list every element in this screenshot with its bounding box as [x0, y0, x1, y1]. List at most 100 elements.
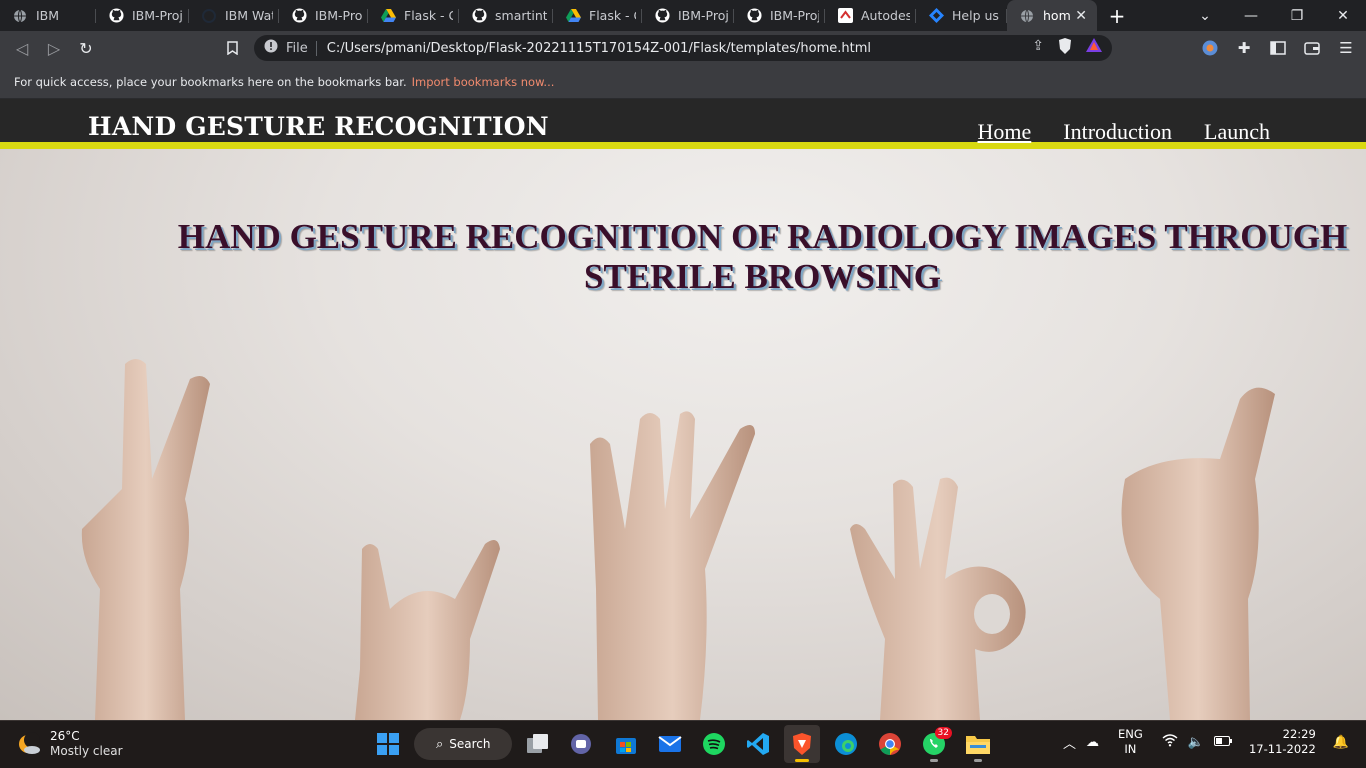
clock[interactable]: 22:29 17-11-2022 [1249, 727, 1316, 757]
browser-tab[interactable]: IBM Watso [189, 0, 279, 31]
weather-widget[interactable]: 26°C Mostly clear [16, 729, 123, 759]
tab-title: Flask - Go [589, 8, 636, 23]
brave-shields-icon[interactable] [1058, 38, 1072, 58]
menu-icon[interactable]: ☰ [1334, 34, 1358, 62]
wifi-icon[interactable] [1162, 733, 1178, 751]
language-code: ENG [1118, 727, 1143, 741]
browser-tab[interactable]: IBM-Proje [279, 0, 368, 31]
back-icon[interactable]: ◁ [6, 34, 38, 62]
hand-victory-sign [590, 411, 755, 720]
new-tab-button[interactable]: + [1097, 4, 1137, 28]
cloud-offline-icon[interactable]: ☁ [1086, 735, 1099, 750]
nav-home-link[interactable]: Home [978, 119, 1032, 145]
vscode-icon[interactable] [740, 725, 776, 763]
active-indicator [795, 759, 809, 762]
browser-tab[interactable]: Autodesk [825, 0, 916, 31]
browser-tab[interactable]: smartinter [459, 0, 553, 31]
language-indicator[interactable]: ENG IN [1118, 727, 1143, 757]
notifications-icon[interactable]: 🔔 [1333, 735, 1349, 750]
clock-date: 17-11-2022 [1248, 742, 1316, 756]
tab-title: Autodesk [861, 8, 910, 23]
bookmarks-message: For quick access, place your bookmarks h… [14, 74, 407, 89]
search-label: Search [449, 737, 491, 751]
browser-tab[interactable]: Help us se [916, 0, 1007, 31]
clock-time: 22:29 [1282, 727, 1316, 741]
jira-icon [928, 8, 944, 24]
microsoft-store-icon[interactable] [608, 725, 644, 763]
tab-title: IBM [36, 8, 60, 23]
windows-start-icon[interactable] [370, 725, 406, 763]
tab-title: IBM-Proje [770, 8, 819, 23]
extensions-icon[interactable]: ✚ [1232, 34, 1256, 62]
task-view-icon[interactable] [520, 725, 556, 763]
edge-icon[interactable] [828, 725, 864, 763]
windows-taskbar: 26°C Mostly clear ⌕ Search 32 ︿ ☁ ENG IN… [0, 720, 1366, 768]
tab-title: smartinter [495, 8, 547, 23]
import-bookmarks-link[interactable]: Import bookmarks now... [412, 75, 555, 89]
browser-tab[interactable]: IBM-Proje [96, 0, 189, 31]
site-header: HAND GESTURE RECOGNITION Home Introducti… [0, 99, 1366, 149]
wallet-avatar-icon[interactable] [1198, 34, 1222, 62]
teams-chat-icon[interactable] [564, 725, 600, 763]
browser-toolbar: ◁ ▷ ↻ File C:/Users/pmani/Desktop/Flask-… [0, 31, 1366, 65]
reload-icon[interactable]: ↻ [70, 34, 102, 62]
tab-title: home. [1043, 8, 1071, 23]
globe-icon [1019, 8, 1035, 24]
sidebar-icon[interactable] [1266, 34, 1290, 62]
tab-title: IBM-Proje [678, 8, 728, 23]
tab-title: Help us se [952, 8, 1001, 23]
hand-rock-sign [355, 540, 500, 720]
brave-icon[interactable] [784, 725, 820, 763]
file-explorer-icon[interactable] [960, 725, 996, 763]
mail-icon[interactable] [652, 725, 688, 763]
tab-title: IBM-Proje [315, 8, 362, 23]
hand-ok-sign [850, 477, 1026, 720]
tab-title: IBM Watso [225, 8, 273, 23]
tab-search-chevron-icon[interactable]: ⌄ [1182, 0, 1228, 31]
browser-tab-active[interactable]: home. ✕ [1007, 0, 1097, 31]
search-icon: ⌕ [436, 736, 444, 752]
forward-icon[interactable]: ▷ [38, 34, 70, 62]
browser-tab-strip: IBM IBM-Proje IBM Watso IBM-Proje Flask … [0, 0, 1366, 31]
nav-launch-link[interactable]: Launch [1204, 119, 1270, 145]
chevron-up-icon[interactable]: ︿ [1063, 733, 1076, 752]
url-text[interactable]: C:/Users/pmani/Desktop/Flask-20221115T17… [327, 41, 871, 56]
browser-tab[interactable]: Flask - Go [368, 0, 459, 31]
hand-gestures-background-image [81, 359, 1275, 720]
google-drive-icon [380, 8, 396, 24]
info-icon[interactable] [264, 39, 278, 57]
wallet-icon[interactable] [1300, 34, 1324, 62]
close-tab-icon[interactable]: ✕ [1071, 8, 1091, 24]
autodesk-icon [837, 8, 853, 24]
browser-tab[interactable]: IBM-Proje [734, 0, 825, 31]
whatsapp-icon[interactable]: 32 [916, 725, 952, 763]
bookmark-icon[interactable] [216, 34, 248, 62]
restore-icon[interactable]: ❐ [1274, 0, 1320, 31]
brave-rewards-icon[interactable] [1086, 38, 1102, 58]
ibm-watson-icon [201, 8, 217, 24]
close-window-icon[interactable]: ✕ [1320, 0, 1366, 31]
weather-temp: 26°C [50, 729, 80, 743]
bookmarks-bar: For quick access, place your bookmarks h… [0, 65, 1366, 99]
notification-badge: 32 [934, 727, 952, 739]
hand-peace-sign [81, 359, 211, 720]
hand-thumbs-up [1121, 387, 1275, 720]
battery-icon[interactable] [1213, 735, 1232, 750]
weather-condition: Mostly clear [50, 744, 123, 758]
browser-tab[interactable]: IBM [0, 0, 96, 31]
address-bar[interactable]: File C:/Users/pmani/Desktop/Flask-202211… [254, 35, 1112, 61]
taskbar-search[interactable]: ⌕ Search [414, 728, 512, 760]
spotify-icon[interactable] [696, 725, 732, 763]
minimize-icon[interactable]: — [1228, 0, 1274, 31]
site-nav: Home Introduction Launch [978, 119, 1271, 145]
share-icon[interactable]: ⇪ [1032, 38, 1044, 58]
site-brand: HAND GESTURE RECOGNITION [88, 112, 549, 141]
taskbar-apps: ⌕ Search 32 [370, 725, 996, 763]
nav-introduction-link[interactable]: Introduction [1063, 119, 1172, 145]
chrome-icon[interactable] [872, 725, 908, 763]
browser-tab[interactable]: Flask - Go [553, 0, 642, 31]
page-viewport: HAND GESTURE RECOGNITION Home Introducti… [0, 99, 1366, 720]
browser-tab[interactable]: IBM-Proje [642, 0, 734, 31]
volume-icon[interactable]: 🔈 [1188, 735, 1204, 750]
moon-cloud-icon [19, 732, 40, 754]
